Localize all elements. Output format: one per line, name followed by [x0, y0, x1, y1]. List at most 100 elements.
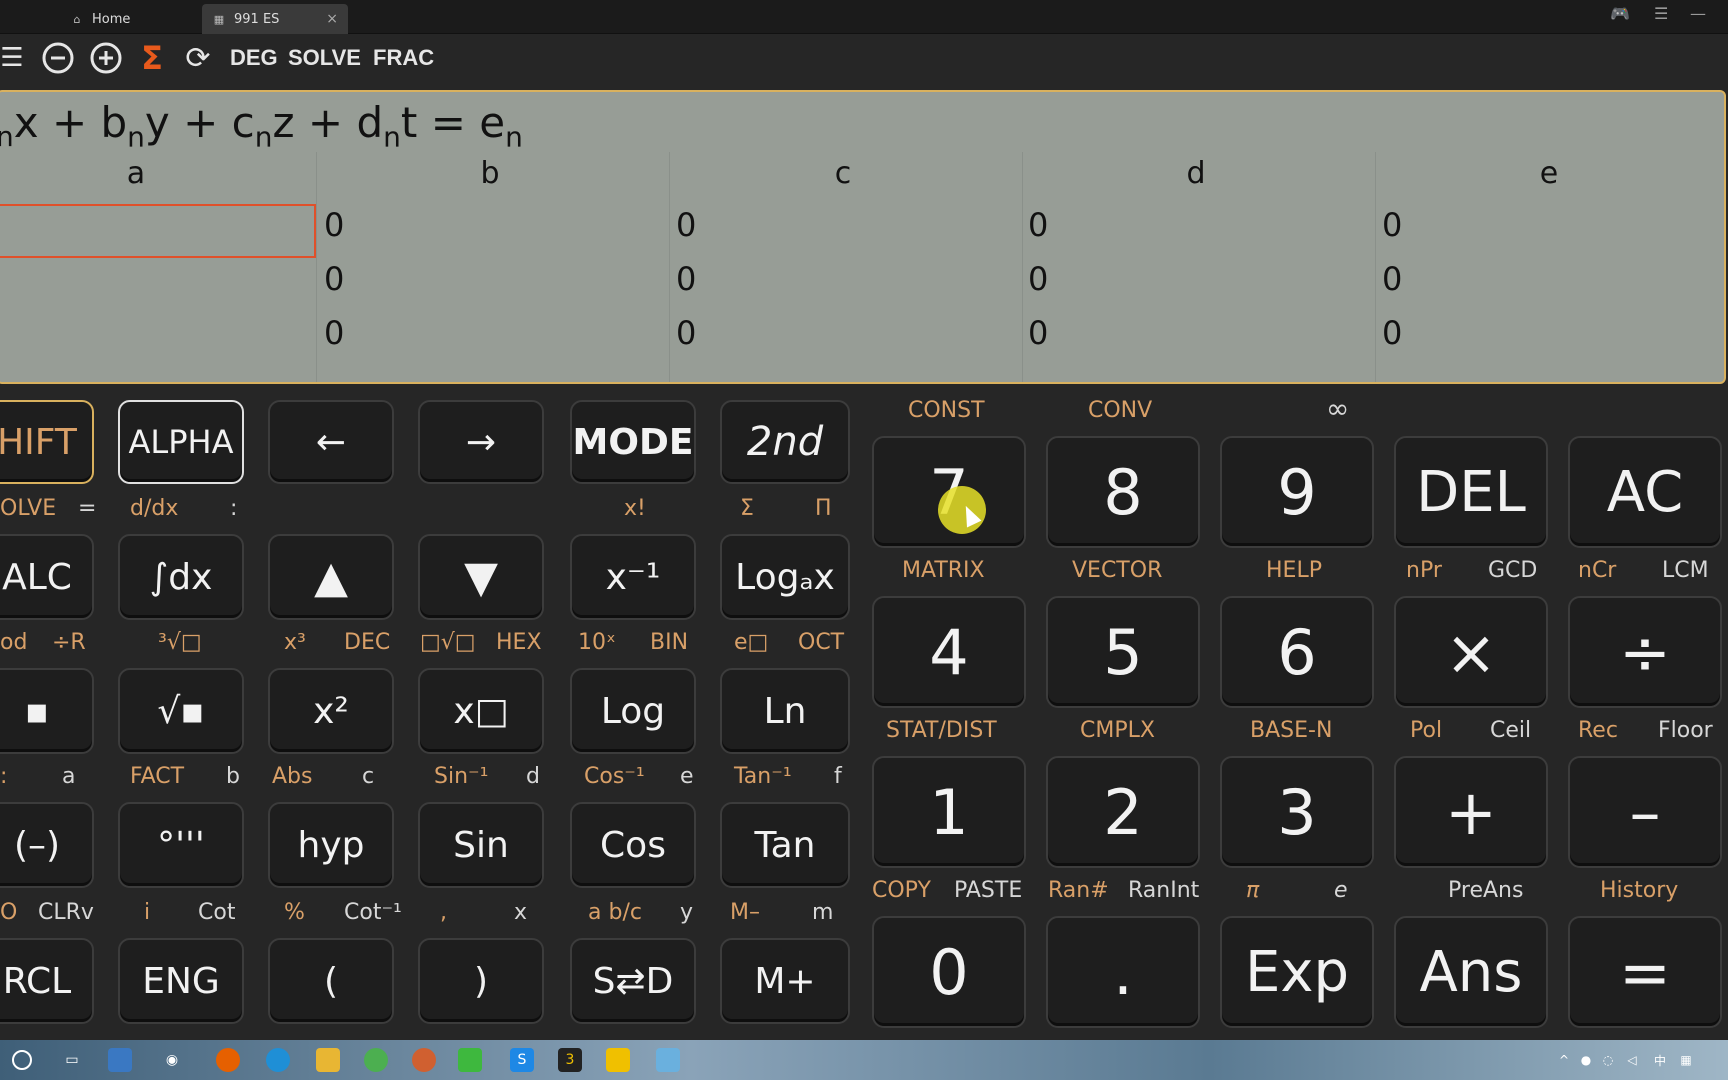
equals-key[interactable]: =	[1568, 916, 1722, 1028]
hamburger-icon[interactable]: ☰	[0, 40, 30, 76]
eng-key[interactable]: ENG	[118, 938, 244, 1024]
multiply-key[interactable]: ×	[1394, 596, 1548, 708]
microphone-icon[interactable]: ●	[1574, 1048, 1598, 1072]
toolbar-deg[interactable]: DEG	[230, 40, 278, 76]
digit-5-key[interactable]: 5	[1046, 596, 1200, 708]
digit-0-key[interactable]: 0	[872, 916, 1026, 1028]
app-icon[interactable]	[656, 1048, 680, 1072]
matrix-cell[interactable]: 0	[1028, 314, 1048, 352]
chrome-icon[interactable]	[364, 1048, 388, 1072]
hyp-key[interactable]: hyp	[268, 802, 394, 888]
dms-key[interactable]: °'''	[118, 802, 244, 888]
matrix-cell[interactable]: 0	[324, 260, 344, 298]
down-arrow-key[interactable]: ▼	[418, 534, 544, 620]
tab-close-icon[interactable]: ×	[326, 11, 338, 27]
app-icon[interactable]	[606, 1048, 630, 1072]
fraction-key[interactable]: ▪	[0, 668, 94, 754]
second-key[interactable]: 2nd	[720, 400, 850, 484]
matrix-cell[interactable]: 0	[1382, 206, 1402, 244]
matrix-cell[interactable]: 0	[676, 314, 696, 352]
chevron-up-icon[interactable]: ^	[1552, 1048, 1576, 1072]
m-plus-key[interactable]: M+	[720, 938, 850, 1024]
skype-icon[interactable]: S	[510, 1048, 534, 1072]
del-key[interactable]: DEL	[1394, 436, 1548, 548]
digit-4-key[interactable]: 4	[872, 596, 1026, 708]
alpha-key[interactable]: ALPHA	[118, 400, 244, 484]
square-key[interactable]: x²	[268, 668, 394, 754]
reciprocal-key[interactable]: x⁻¹	[570, 534, 696, 620]
app-icon[interactable]	[108, 1048, 132, 1072]
open-paren-key[interactable]: (	[268, 938, 394, 1024]
digit-3-key[interactable]: 3	[1220, 756, 1374, 868]
matrix-cell[interactable]: 0	[676, 206, 696, 244]
digit-6-key[interactable]: 6	[1220, 596, 1374, 708]
gamepad-icon[interactable]: 🎮	[1610, 4, 1630, 23]
matrix-cell[interactable]: 0	[1028, 260, 1048, 298]
ime-icon[interactable]: ◉	[160, 1048, 184, 1072]
app-icon[interactable]	[412, 1048, 436, 1072]
right-arrow-key[interactable]: →	[418, 400, 544, 484]
digit-9-key[interactable]: 9	[1220, 436, 1374, 548]
logax-key[interactable]: Logₐx	[720, 534, 850, 620]
task-view-icon[interactable]: ▭	[60, 1048, 84, 1072]
matrix-cell[interactable]: 0	[324, 314, 344, 352]
ans-key[interactable]: Ans	[1394, 916, 1548, 1028]
matrix-cell[interactable]: 0	[1028, 206, 1048, 244]
tab-991es[interactable]: ▦ 991 ES ×	[202, 4, 348, 34]
ln-key[interactable]: Ln	[720, 668, 850, 754]
volume-icon[interactable]: ◁	[1620, 1048, 1644, 1072]
toolbar-frac[interactable]: FRAC	[373, 40, 434, 76]
tab-991es-label: 991 ES	[234, 11, 280, 27]
close-paren-key[interactable]: )	[418, 938, 544, 1024]
toolbar-solve[interactable]: SOLVE	[288, 40, 361, 76]
keyboard-icon[interactable]: ▦	[1674, 1048, 1698, 1072]
tab-home[interactable]: ⌂ Home	[60, 4, 200, 34]
label-ceil: Ceil	[1490, 718, 1532, 743]
label-sum: Σ	[740, 496, 754, 521]
left-arrow-key[interactable]: ←	[268, 400, 394, 484]
digit-8-key[interactable]: 8	[1046, 436, 1200, 548]
minus-key[interactable]: –	[1568, 756, 1722, 868]
log-key[interactable]: Log	[570, 668, 696, 754]
ac-key[interactable]: AC	[1568, 436, 1722, 548]
shift-key[interactable]: HIFT	[0, 400, 94, 484]
sigma-icon[interactable]: Σ	[134, 39, 170, 77]
decimal-key[interactable]: .	[1046, 916, 1200, 1028]
zoom-out-icon[interactable]	[40, 40, 76, 76]
zoom-in-icon[interactable]	[88, 40, 124, 76]
search-icon[interactable]	[12, 1050, 32, 1070]
sqrt-key[interactable]: √▪	[118, 668, 244, 754]
s-to-d-key[interactable]: S⇄D	[570, 938, 696, 1024]
digit-2-key[interactable]: 2	[1046, 756, 1200, 868]
integral-key[interactable]: ∫dx	[118, 534, 244, 620]
label-nth-root: □√□	[420, 630, 476, 655]
matrix-cell[interactable]: 0	[676, 260, 696, 298]
edge-icon[interactable]	[266, 1048, 290, 1072]
firefox-icon[interactable]	[216, 1048, 240, 1072]
digit-1-key[interactable]: 1	[872, 756, 1026, 868]
file-explorer-icon[interactable]	[316, 1048, 340, 1072]
minimize-icon[interactable]: —	[1690, 4, 1706, 23]
rcl-key[interactable]: RCL	[0, 938, 94, 1024]
network-icon[interactable]: ◌	[1596, 1048, 1620, 1072]
mode-key[interactable]: MODE	[570, 400, 696, 484]
refresh-icon[interactable]: ⟳	[180, 40, 216, 76]
app-icon[interactable]: 3	[558, 1048, 582, 1072]
cos-key[interactable]: Cos	[570, 802, 696, 888]
matrix-cell[interactable]: 0	[1382, 260, 1402, 298]
exp-key[interactable]: Exp	[1220, 916, 1374, 1028]
tan-key[interactable]: Tan	[720, 802, 850, 888]
negative-key[interactable]: (–)	[0, 802, 94, 888]
up-arrow-key[interactable]: ▲	[268, 534, 394, 620]
menu-icon[interactable]: ☰	[1654, 4, 1668, 23]
ime-indicator-icon[interactable]: 中	[1648, 1048, 1672, 1072]
selected-cell[interactable]	[0, 204, 316, 258]
matrix-cell[interactable]: 0	[324, 206, 344, 244]
sin-key[interactable]: Sin	[418, 802, 544, 888]
wechat-icon[interactable]	[458, 1048, 482, 1072]
matrix-cell[interactable]: 0	[1382, 314, 1402, 352]
calc-key[interactable]: ALC	[0, 534, 94, 620]
divide-key[interactable]: ÷	[1568, 596, 1722, 708]
plus-key[interactable]: +	[1394, 756, 1548, 868]
power-key[interactable]: x□	[418, 668, 544, 754]
